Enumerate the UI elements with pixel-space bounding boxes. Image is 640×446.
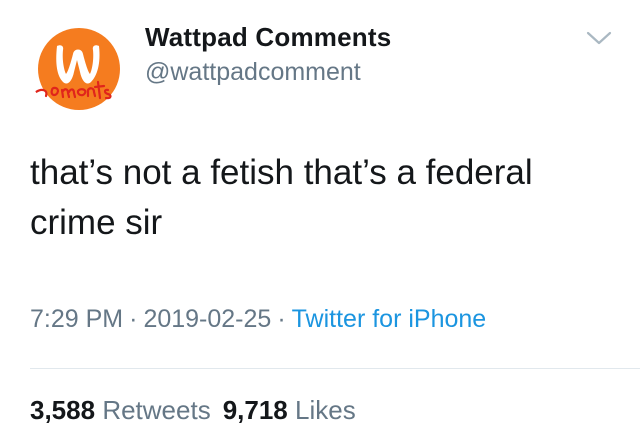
tweet-time[interactable]: 7:29 PM bbox=[30, 305, 123, 333]
retweets-count: 3,588 bbox=[30, 395, 96, 425]
tweet-card: Wattpad Comments @wattpadcomment that’s … bbox=[0, 0, 640, 446]
wattpad-logo-icon bbox=[30, 20, 128, 118]
tweet-date[interactable]: 2019-02-25 bbox=[143, 305, 271, 333]
meta-separator: · bbox=[129, 305, 138, 333]
chevron-down-icon[interactable] bbox=[585, 28, 613, 48]
retweets-stat[interactable]: 3,588 Retweets bbox=[30, 395, 211, 425]
divider bbox=[30, 368, 640, 369]
likes-stat[interactable]: 9,718 Likes bbox=[223, 395, 356, 425]
tweet-source-link[interactable]: Twitter for iPhone bbox=[292, 305, 487, 333]
avatar[interactable] bbox=[30, 20, 128, 118]
likes-label: Likes bbox=[295, 395, 356, 425]
retweets-label: Retweets bbox=[102, 395, 211, 425]
display-name[interactable]: Wattpad Comments bbox=[145, 22, 391, 53]
meta-separator: · bbox=[277, 305, 286, 333]
tweet-text: that’s not a fetish that’s a federal cri… bbox=[30, 153, 533, 242]
user-handle[interactable]: @wattpadcomment bbox=[145, 58, 361, 87]
tweet-stats: 3,588 Retweets 9,718 Likes bbox=[30, 395, 368, 426]
tweet-meta: 7:29 PM · 2019-02-25 · Twitter for iPhone bbox=[30, 305, 486, 334]
likes-count: 9,718 bbox=[222, 395, 288, 425]
